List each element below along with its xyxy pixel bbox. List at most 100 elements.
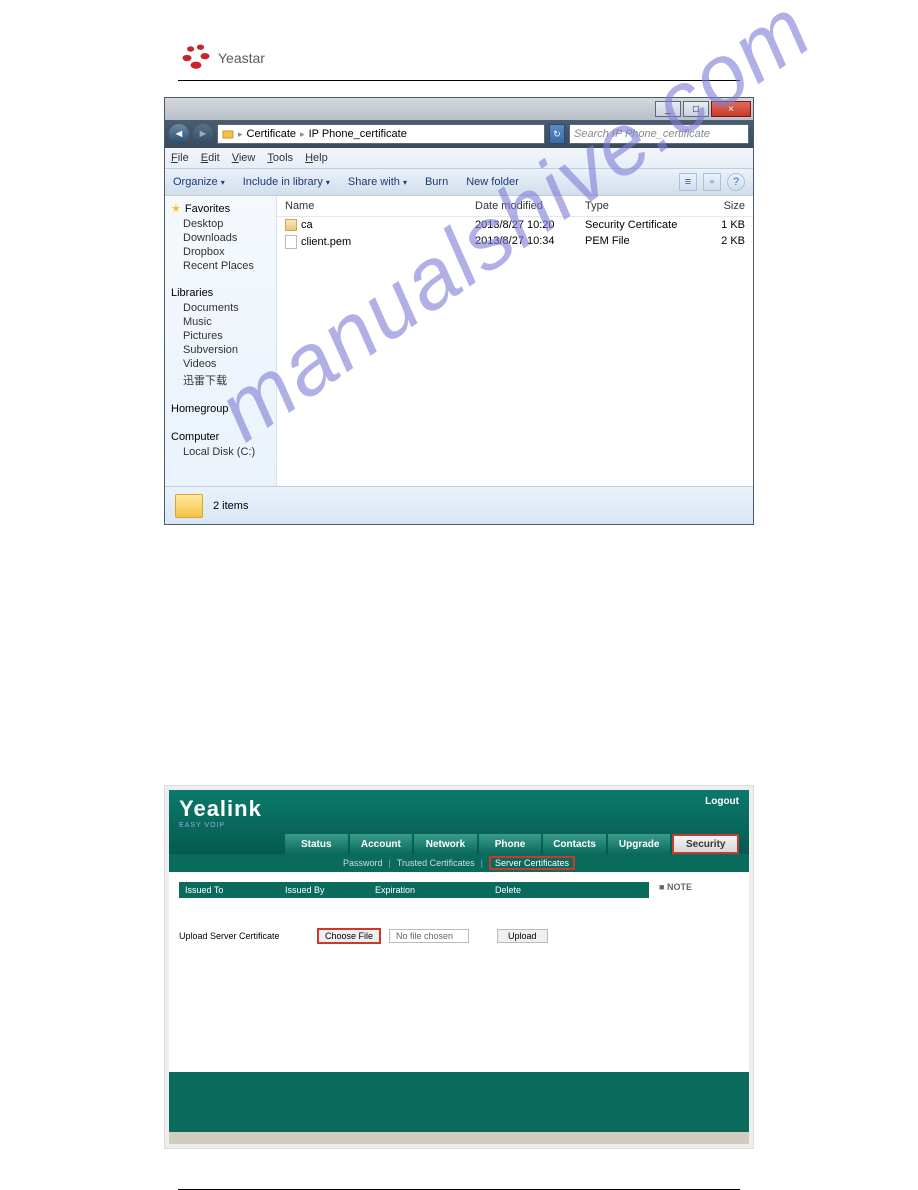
sidebar-item-dropbox[interactable]: Dropbox: [165, 245, 276, 259]
nav-forward-button[interactable]: ►: [193, 124, 213, 144]
computer-header[interactable]: Computer: [165, 429, 276, 445]
sidebar-item-downloads[interactable]: Downloads: [165, 231, 276, 245]
yealink-logo: Yealink: [179, 796, 739, 822]
view-options-button[interactable]: ≡: [679, 173, 697, 191]
sidebar-item-local-disk[interactable]: Local Disk (C:): [165, 445, 276, 459]
refresh-button[interactable]: ↻: [549, 124, 565, 144]
help-icon[interactable]: ?: [727, 173, 745, 191]
yealink-body: Issued To Issued By Expiration Delete Up…: [169, 872, 749, 1072]
main-tabs: Status Account Network Phone Contacts Up…: [285, 834, 739, 854]
close-button[interactable]: ×: [711, 101, 751, 117]
tab-phone[interactable]: Phone: [479, 834, 542, 854]
col-size[interactable]: Size: [695, 200, 745, 212]
note-panel: ■ NOTE: [659, 882, 739, 1062]
minimize-button[interactable]: _: [655, 101, 681, 117]
tab-account[interactable]: Account: [350, 834, 413, 854]
sidebar-item-pictures[interactable]: Pictures: [165, 329, 276, 343]
sidebar-item-thunder[interactable]: 迅雷下载: [165, 371, 276, 389]
breadcrumb-sep-icon: ▸: [300, 129, 305, 140]
search-input[interactable]: Search IP Phone_certificate: [569, 124, 749, 144]
organize-button[interactable]: Organize ▾: [173, 176, 225, 188]
subtab-trusted[interactable]: Trusted Certificates: [397, 858, 475, 868]
yealink-sublogo: EASY VOIP: [179, 822, 739, 829]
include-library-button[interactable]: Include in library ▾: [243, 176, 330, 188]
tab-status[interactable]: Status: [285, 834, 348, 854]
menu-help[interactable]: Help: [305, 152, 328, 164]
star-icon: ★: [171, 202, 181, 215]
col-date[interactable]: Date modified: [475, 200, 585, 212]
breadcrumb-seg-2[interactable]: IP Phone_certificate: [309, 128, 407, 140]
page-header: Yeastar: [0, 0, 918, 81]
yealink-header: Yealink EASY VOIP Logout Status Account …: [169, 790, 749, 854]
logo-row: Yeastar: [178, 40, 740, 81]
subtab-server[interactable]: Server Certificates: [489, 856, 575, 870]
search-placeholder: Search IP Phone_certificate: [574, 128, 710, 140]
logo-text: Yeastar: [218, 50, 265, 66]
column-headers: Name Date modified Type Size: [277, 196, 753, 217]
favorites-header[interactable]: ★Favorites: [165, 200, 276, 217]
note-label: NOTE: [667, 882, 692, 892]
sidebar-item-subversion[interactable]: Subversion: [165, 343, 276, 357]
separator: |: [481, 858, 483, 868]
windows-explorer-window: _ □ × ◄ ► ▸ Certificate ▸ IP Phone_certi…: [164, 97, 754, 525]
address-bar-row: ◄ ► ▸ Certificate ▸ IP Phone_certificate…: [165, 120, 753, 148]
cert-panel: Issued To Issued By Expiration Delete Up…: [179, 882, 649, 1062]
homegroup-header[interactable]: Homegroup: [165, 401, 276, 417]
cert-table-header: Issued To Issued By Expiration Delete: [179, 882, 649, 898]
burn-button[interactable]: Burn: [425, 176, 448, 188]
subtab-password[interactable]: Password: [343, 858, 383, 868]
breadcrumb-seg-1[interactable]: Certificate: [247, 128, 297, 140]
col-delete: Delete: [489, 885, 559, 895]
yealink-footer-strip: [169, 1072, 749, 1132]
choose-file-button[interactable]: Choose File: [317, 928, 381, 944]
share-with-button[interactable]: Share with ▾: [348, 176, 407, 188]
file-row[interactable]: ca 2013/8/27 10:20 Security Certificate …: [277, 217, 753, 233]
folder-icon: [175, 494, 203, 518]
file-row[interactable]: client.pem 2013/8/27 10:34 PEM File 2 KB: [277, 233, 753, 251]
logout-link[interactable]: Logout: [705, 796, 739, 807]
menu-bar: File Edit View Tools Help: [165, 148, 753, 168]
separator: |: [389, 858, 391, 868]
col-expiration: Expiration: [369, 885, 489, 895]
tab-upgrade[interactable]: Upgrade: [608, 834, 671, 854]
sidebar-item-documents[interactable]: Documents: [165, 301, 276, 315]
status-bar: 2 items: [165, 486, 753, 524]
menu-file[interactable]: File: [171, 152, 189, 164]
yealink-footer-bar: [169, 1132, 749, 1144]
yealink-screenshot: Yealink EASY VOIP Logout Status Account …: [164, 785, 754, 1149]
new-folder-button[interactable]: New folder: [466, 176, 519, 188]
col-type[interactable]: Type: [585, 200, 695, 212]
sidebar-item-recent[interactable]: Recent Places: [165, 259, 276, 273]
tab-network[interactable]: Network: [414, 834, 477, 854]
status-text: 2 items: [213, 500, 248, 512]
sidebar-item-music[interactable]: Music: [165, 315, 276, 329]
sub-tabs: Password | Trusted Certificates | Server…: [169, 854, 749, 872]
menu-edit[interactable]: Edit: [201, 152, 220, 164]
navigation-pane: ★Favorites Desktop Downloads Dropbox Rec…: [165, 196, 277, 486]
menu-tools[interactable]: Tools: [267, 152, 293, 164]
upload-button[interactable]: Upload: [497, 929, 548, 943]
certificate-icon: [285, 219, 297, 231]
folder-icon: [222, 128, 234, 140]
breadcrumb-bar[interactable]: ▸ Certificate ▸ IP Phone_certificate: [217, 124, 545, 144]
tab-security[interactable]: Security: [672, 834, 739, 854]
menu-view[interactable]: View: [232, 152, 256, 164]
libraries-header[interactable]: Libraries: [165, 285, 276, 301]
upload-row: Upload Server Certificate Choose File No…: [179, 928, 649, 944]
nav-back-button[interactable]: ◄: [169, 124, 189, 144]
breadcrumb-sep-icon: ▸: [238, 129, 243, 140]
window-titlebar: _ □ ×: [165, 98, 753, 120]
col-name[interactable]: Name: [285, 200, 475, 212]
upload-label: Upload Server Certificate: [179, 931, 309, 941]
square-bullet-icon: ■: [659, 882, 664, 892]
maximize-button[interactable]: □: [683, 101, 709, 117]
tab-contacts[interactable]: Contacts: [543, 834, 606, 854]
sidebar-item-videos[interactable]: Videos: [165, 357, 276, 371]
file-chosen-text: No file chosen: [389, 929, 469, 943]
sidebar-item-desktop[interactable]: Desktop: [165, 217, 276, 231]
preview-pane-button[interactable]: ▫: [703, 173, 721, 191]
file-list: Name Date modified Type Size ca 2013/8/2…: [277, 196, 753, 486]
col-issued-to: Issued To: [179, 885, 279, 895]
yealink-ui: Yealink EASY VOIP Logout Status Account …: [169, 790, 749, 1132]
command-bar: Organize ▾ Include in library ▾ Share wi…: [165, 168, 753, 196]
